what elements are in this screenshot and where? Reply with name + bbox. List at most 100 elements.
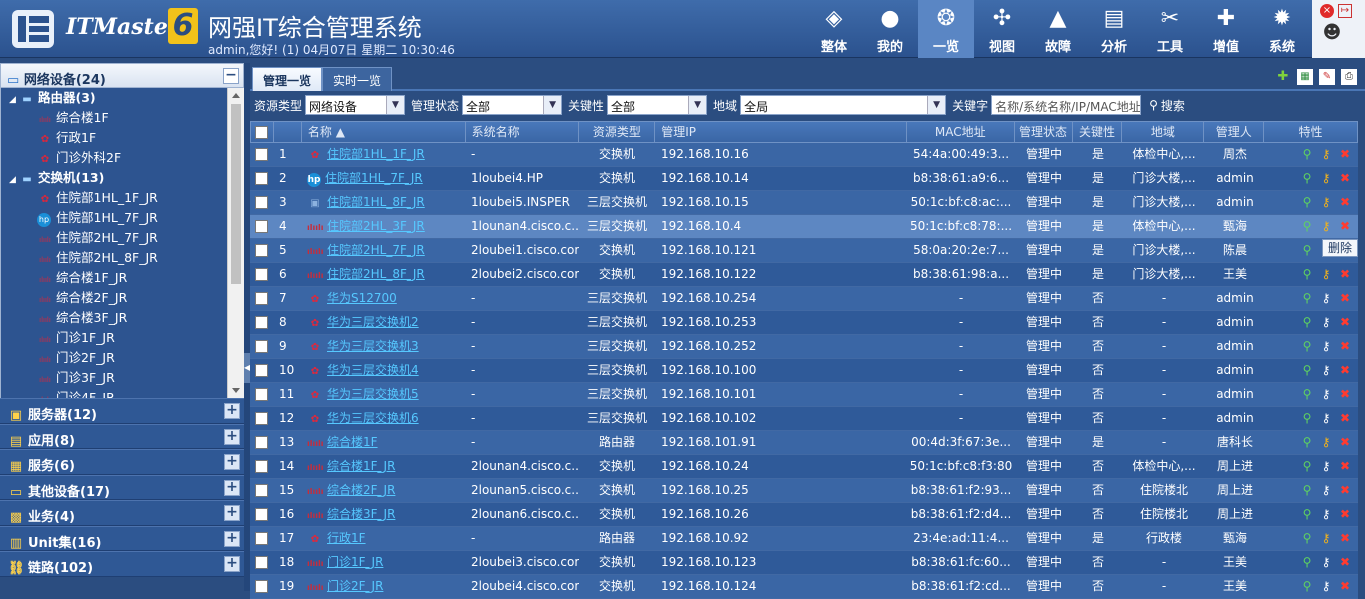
expand-icon[interactable]: + xyxy=(224,428,240,445)
checkbox[interactable] xyxy=(255,388,268,401)
row-checkbox[interactable] xyxy=(250,575,273,598)
expand-icon[interactable]: ◢ xyxy=(9,170,19,190)
exit-icon[interactable]: ↦ xyxy=(1338,4,1352,18)
device-name[interactable]: 住院部2HL_7F_JR xyxy=(327,243,425,257)
monitor-status-icon[interactable]: ⚲ xyxy=(1300,527,1314,550)
monitor-status-icon[interactable]: ⚲ xyxy=(1300,167,1314,190)
export-excel-icon[interactable]: ▦ xyxy=(1297,69,1313,85)
nav-analysis[interactable]: ▤ 分析 xyxy=(1086,0,1142,58)
device-name-link[interactable]: ılıılı 住院部2HL_7F_JR xyxy=(301,239,465,262)
scroll-up-icon[interactable] xyxy=(232,93,240,98)
checkbox[interactable] xyxy=(255,316,268,329)
logout-icon[interactable]: × xyxy=(1320,4,1334,18)
row-checkbox[interactable] xyxy=(250,359,273,382)
device-name-link[interactable]: ılıılı 住院部2HL_8F_JR xyxy=(301,263,465,286)
nav-gear[interactable]: ✹ 系统 xyxy=(1254,0,1310,58)
device-name[interactable]: 综合楼1F xyxy=(327,435,378,449)
table-row[interactable]: 5 ılıılı 住院部2HL_7F_JR 2loubei1.cisco.com 交换机… xyxy=(250,239,1358,263)
collapse-icon[interactable]: − xyxy=(223,68,239,84)
device-name[interactable]: 华为三层交换机3 xyxy=(327,339,419,353)
device-name[interactable]: 住院部1HL_1F_JR xyxy=(327,147,425,161)
expand-icon[interactable]: + xyxy=(224,505,240,521)
table-row[interactable]: 3 ▣ 住院部1HL_8F_JR 1loubei5.INSPER 三层交换机 192.16… xyxy=(250,191,1358,215)
delete-icon[interactable]: ✖ xyxy=(1338,527,1352,550)
table-row[interactable]: 9 ✿ 华为三层交换机3 - 三层交换机 192.168.10.252 - 管理中 否 - admi… xyxy=(250,335,1358,359)
delete-icon[interactable]: ✖ xyxy=(1338,359,1352,382)
device-name-link[interactable]: ▣ 住院部1HL_8F_JR xyxy=(301,191,465,214)
key-icon[interactable]: ⚷ xyxy=(1319,407,1333,430)
delete-icon[interactable]: ✖ xyxy=(1338,143,1352,166)
key-icon[interactable]: ⚷ xyxy=(1319,551,1333,574)
tree-scrollbar[interactable] xyxy=(227,88,244,398)
tree-node[interactable]: ılıılı 门诊3F_JR xyxy=(1,368,244,388)
key-icon[interactable]: ⚷ xyxy=(1319,503,1333,526)
delete-icon[interactable]: ✖ xyxy=(1338,311,1352,334)
key-icon[interactable]: ⚷ xyxy=(1319,527,1333,550)
key-icon[interactable]: ⚷ xyxy=(1319,335,1333,358)
row-checkbox[interactable] xyxy=(250,431,273,454)
table-row[interactable]: 12 ✿ 华为三层交换机6 - 三层交换机 192.168.10.102 - 管理中 否 - adm… xyxy=(250,407,1358,431)
device-name[interactable]: 综合楼3F_JR xyxy=(327,507,395,521)
key-icon[interactable]: ⚷ xyxy=(1319,431,1333,454)
monitor-status-icon[interactable]: ⚲ xyxy=(1300,263,1314,286)
device-name[interactable]: 华为三层交换机2 xyxy=(327,315,419,329)
device-name-link[interactable]: ✿ 华为三层交换机4 xyxy=(301,359,465,382)
delete-icon[interactable]: ✖ xyxy=(1338,575,1352,598)
monitor-status-icon[interactable]: ⚲ xyxy=(1300,479,1314,502)
row-checkbox[interactable] xyxy=(250,311,273,334)
delete-icon[interactable]: ✖ xyxy=(1338,287,1352,310)
table-row[interactable]: 8 ✿ 华为三层交换机2 - 三层交换机 192.168.10.253 - 管理中 否 - admi… xyxy=(250,311,1358,335)
sidebar-group-app[interactable]: ▤ 应用(8) + xyxy=(0,423,244,449)
table-row[interactable]: 19 ılıılı 门诊2F_JR 2loubei4.cisco.com 交换机 192.… xyxy=(250,575,1358,599)
device-name-link[interactable]: ✿ 华为三层交换机2 xyxy=(301,311,465,334)
delete-icon[interactable]: ✖ xyxy=(1338,215,1352,238)
tree-node[interactable]: ılıılı 住院部2HL_7F_JR xyxy=(1,228,244,248)
monitor-status-icon[interactable]: ⚲ xyxy=(1300,191,1314,214)
checkbox[interactable] xyxy=(255,484,268,497)
monitor-status-icon[interactable]: ⚲ xyxy=(1300,359,1314,382)
key-icon[interactable]: ⚷ xyxy=(1319,455,1333,478)
delete-icon[interactable]: ✖ xyxy=(1338,479,1352,502)
tree-node[interactable]: ılıılı 门诊2F_JR xyxy=(1,348,244,368)
monitor-status-icon[interactable]: ⚲ xyxy=(1300,239,1314,262)
col-status[interactable]: 管理状态 xyxy=(1015,122,1073,142)
table-row[interactable]: 10 ✿ 华为三层交换机4 - 三层交换机 192.168.10.100 - 管理中 否 - adm… xyxy=(250,359,1358,383)
checkbox[interactable] xyxy=(255,580,268,593)
tree-node[interactable]: ✿ 住院部1HL_1F_JR xyxy=(1,188,244,208)
monitor-status-icon[interactable]: ⚲ xyxy=(1300,407,1314,430)
tree-node[interactable]: ılıılı门诊4F_JR xyxy=(1,388,244,398)
nav-layers[interactable]: ◈ 整体 xyxy=(806,0,862,58)
device-name[interactable]: 住院部1HL_8F_JR xyxy=(327,195,425,209)
delete-icon[interactable]: ✖ xyxy=(1338,167,1352,190)
tree-node[interactable]: ✿ 门诊外科2F xyxy=(1,148,244,168)
device-name[interactable]: 行政1F xyxy=(327,531,366,545)
batch-edit-icon[interactable]: ✎ xyxy=(1319,69,1335,85)
table-row[interactable]: 11 ✿ 华为三层交换机5 - 三层交换机 192.168.10.101 - 管理中 否 - adm… xyxy=(250,383,1358,407)
table-row[interactable]: 7 ✿ 华为S12700 - 三层交换机 192.168.10.254 - 管理中 否 - admi… xyxy=(250,287,1358,311)
scroll-down-icon[interactable] xyxy=(232,388,240,393)
table-row[interactable]: 17 ✿ 行政1F - 路由器 192.168.10.92 23:4e:ad:11:4...… xyxy=(250,527,1358,551)
scroll-thumb[interactable] xyxy=(231,104,241,284)
device-name-link[interactable]: ✿ 华为三层交换机3 xyxy=(301,335,465,358)
device-name[interactable]: 综合楼1F_JR xyxy=(327,459,395,473)
nav-tools[interactable]: ✂ 工具 xyxy=(1142,0,1198,58)
row-checkbox[interactable] xyxy=(250,215,273,238)
device-name[interactable]: 华为三层交换机4 xyxy=(327,363,419,377)
checkbox[interactable] xyxy=(255,148,268,161)
device-name[interactable]: 综合楼2F_JR xyxy=(327,483,395,497)
delete-icon[interactable]: ✖ xyxy=(1338,335,1352,358)
keyword-input[interactable]: 名称/系统名称/IP/MAC地址 xyxy=(991,95,1142,115)
key-icon[interactable]: ⚷ xyxy=(1319,575,1333,598)
nav-warning[interactable]: ▲ 故障 xyxy=(1030,0,1086,58)
table-row[interactable]: 6 ılıılı 住院部2HL_8F_JR 2loubei2.cisco.com 交换机… xyxy=(250,263,1358,287)
tree-node[interactable]: ◢ ▬ 交换机(13) xyxy=(1,168,244,188)
col-name[interactable]: 名称 ▲ xyxy=(302,122,466,142)
device-name[interactable]: 住院部2HL_8F_JR xyxy=(327,267,425,281)
delete-icon[interactable]: ✖ xyxy=(1338,407,1352,430)
col-mac[interactable]: MAC地址 xyxy=(907,122,1015,142)
row-checkbox[interactable] xyxy=(250,239,273,262)
tree-node[interactable]: ılıılı 综合楼1F xyxy=(1,108,244,128)
row-checkbox[interactable] xyxy=(250,191,273,214)
key-icon[interactable]: ⚷ xyxy=(1319,263,1333,286)
select-all-checkbox[interactable] xyxy=(251,122,274,142)
